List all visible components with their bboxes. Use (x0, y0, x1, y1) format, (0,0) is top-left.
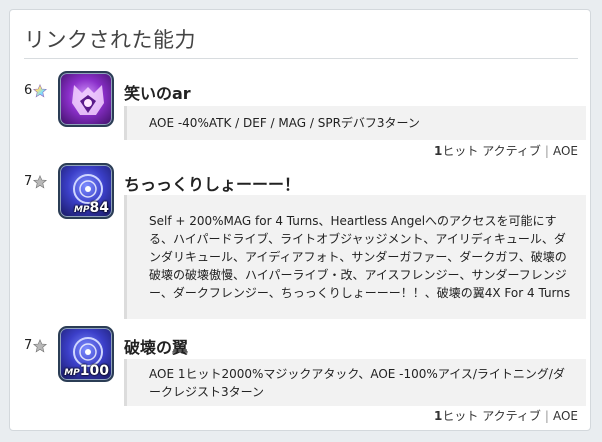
ability-target: AOE (552, 409, 578, 423)
mp-cost: MP84 (74, 199, 109, 215)
magic-sigil-icon: MP100 (58, 326, 114, 382)
silver-star-icon (33, 174, 48, 188)
separator: | (544, 144, 549, 158)
rainbow-star-icon (33, 83, 48, 97)
mp-value: 84 (89, 200, 109, 216)
hit-label: ヒット (442, 409, 479, 423)
ability-type: アクティブ (482, 409, 541, 423)
ability-name: 笑いのar (124, 84, 191, 103)
laughing-ar-icon (58, 71, 114, 127)
ability-description: AOE 1ヒット2000%マジックアタック、AOE -100%アイス/ライトニン… (124, 359, 586, 406)
separator: | (544, 409, 549, 423)
silver-star-icon (33, 338, 48, 352)
rarity-value: 7 (24, 338, 33, 353)
ability-name: ちっっくりしょーーー！ (124, 175, 301, 194)
divider (24, 58, 578, 59)
ability-description: Self + 200%MAG for 4 Turns、Heartless Ang… (124, 195, 586, 319)
ability-type: アクティブ (482, 144, 541, 158)
rarity: 7 (24, 338, 48, 353)
ability-description: AOE -40%ATK / DEF / MAG / SPRデバフ3ターン (124, 106, 586, 140)
panel-title: リンクされた能力 (24, 28, 196, 52)
rarity: 6 (24, 83, 48, 98)
ability-name: 破壊の翼 (124, 338, 189, 357)
mp-label: MP (64, 368, 80, 378)
mp-label: MP (73, 205, 90, 215)
mp-cost: MP100 (64, 362, 109, 378)
magic-sigil-icon: MP84 (58, 163, 114, 219)
rarity-value: 7 (24, 174, 33, 189)
ability-target: AOE (552, 144, 578, 158)
mp-value: 100 (79, 363, 109, 379)
hit-label: ヒット (442, 144, 479, 158)
linked-abilities-panel: リンクされた能力 6 笑いのar AOE -40%ATK / DEF / MAG… (9, 9, 591, 431)
rarity: 7 (24, 174, 48, 189)
ability-footer: 1ヒット アクティブ | AOE (434, 142, 578, 159)
ability-footer: 1ヒット アクティブ | AOE (434, 407, 578, 424)
rarity-value: 6 (24, 83, 33, 98)
